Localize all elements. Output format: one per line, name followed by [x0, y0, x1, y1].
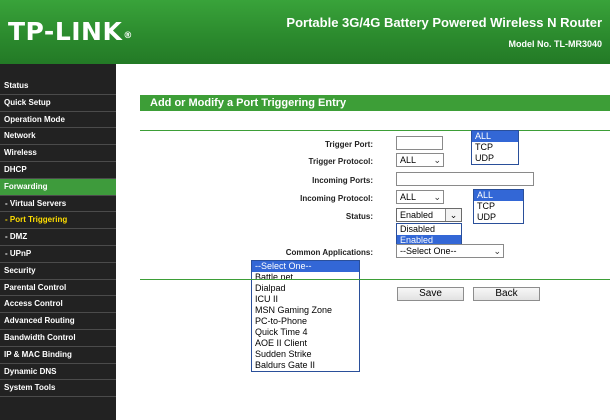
status-label: Status:: [345, 212, 373, 221]
incoming-ports-label: Incoming Ports:: [312, 176, 373, 185]
common-applications-dropdown: --Select One-- Battle.net Dialpad ICU II…: [251, 260, 360, 372]
sidebar-item-access-control[interactable]: Access Control: [0, 296, 116, 314]
status-select[interactable]: Enabled ⌄: [396, 208, 462, 222]
save-button[interactable]: Save: [397, 287, 464, 301]
section-title: Add or Modify a Port Triggering Entry: [140, 95, 610, 111]
application-option[interactable]: Baldurs Gate II: [252, 360, 359, 371]
trigger-protocol-dropdown: ALL TCP UDP: [471, 130, 519, 165]
application-option[interactable]: MSN Gaming Zone: [252, 305, 359, 316]
divider-top: [140, 130, 610, 131]
sidebar-item-forwarding[interactable]: Forwarding: [0, 178, 116, 196]
sidebar-item-wireless[interactable]: Wireless: [0, 145, 116, 162]
sidebar-item-security[interactable]: Security: [0, 263, 116, 280]
sidebar-item-dynamic-dns[interactable]: Dynamic DNS: [0, 364, 116, 381]
sidebar-item-bandwidth-control[interactable]: Bandwidth Control: [0, 330, 116, 347]
common-applications-select[interactable]: --Select One-- ⌄: [396, 244, 504, 258]
sidebar-item-parental-control[interactable]: Parental Control: [0, 280, 116, 297]
status-option[interactable]: Disabled: [397, 224, 461, 235]
trigger-port-input[interactable]: [396, 136, 443, 150]
sidebar-item-quick-setup[interactable]: Quick Setup: [0, 95, 116, 112]
sidebar-item-network[interactable]: Network: [0, 128, 116, 146]
trigger-port-label: Trigger Port:: [324, 140, 373, 149]
main-content: Add or Modify a Port Triggering Entry Tr…: [116, 64, 610, 420]
application-option[interactable]: ICU II: [252, 294, 359, 305]
application-option[interactable]: AOE II Client: [252, 338, 359, 349]
trigger-protocol-label: Trigger Protocol:: [308, 157, 373, 166]
trigger-protocol-option[interactable]: ALL: [472, 131, 518, 142]
sidebar-item-dhcp[interactable]: DHCP: [0, 162, 116, 179]
divider-bottom: [140, 279, 610, 280]
incoming-protocol-label: Incoming Protocol:: [300, 194, 373, 203]
chevron-down-icon: ⌄: [433, 155, 441, 165]
chevron-down-icon: ⌄: [445, 209, 461, 221]
application-option[interactable]: PC-to-Phone: [252, 316, 359, 327]
sidebar-nav: Status Quick Setup Operation Mode Networ…: [0, 64, 116, 420]
trigger-protocol-option[interactable]: TCP: [472, 142, 518, 153]
sidebar-item-upnp[interactable]: - UPnP: [0, 246, 116, 263]
application-option[interactable]: --Select One--: [252, 261, 359, 272]
application-option[interactable]: Dialpad: [252, 283, 359, 294]
trigger-protocol-option[interactable]: UDP: [472, 153, 518, 164]
incoming-protocol-select[interactable]: ALL ⌄: [396, 190, 444, 204]
brand-logo: TP-LINK®: [8, 17, 133, 46]
sidebar-item-system-tools[interactable]: System Tools: [0, 380, 116, 398]
trigger-protocol-select[interactable]: ALL ⌄: [396, 153, 444, 167]
product-title: Portable 3G/4G Battery Powered Wireless …: [286, 15, 602, 30]
application-option[interactable]: Quick Time 4: [252, 327, 359, 338]
sidebar-item-operation-mode[interactable]: Operation Mode: [0, 112, 116, 129]
back-button[interactable]: Back: [473, 287, 540, 301]
sidebar-item-ip-mac-binding[interactable]: IP & MAC Binding: [0, 347, 116, 364]
common-applications-label: Common Applications:: [285, 248, 373, 257]
sidebar-item-advanced-routing[interactable]: Advanced Routing: [0, 313, 116, 330]
application-option[interactable]: Sudden Strike: [252, 349, 359, 360]
header-banner: TP-LINK® Portable 3G/4G Battery Powered …: [0, 0, 610, 64]
model-number: Model No. TL-MR3040: [508, 39, 602, 49]
incoming-protocol-option[interactable]: ALL: [474, 190, 523, 201]
incoming-protocol-option[interactable]: UDP: [474, 212, 523, 223]
chevron-down-icon: ⌄: [433, 192, 441, 202]
incoming-protocol-dropdown: ALL TCP UDP: [473, 189, 524, 224]
sidebar-item-status[interactable]: Status: [0, 78, 116, 95]
sidebar-item-dmz[interactable]: - DMZ: [0, 229, 116, 246]
incoming-ports-input[interactable]: [396, 172, 534, 186]
sidebar-item-port-triggering[interactable]: - Port Triggering: [0, 212, 116, 230]
sidebar-item-virtual-servers[interactable]: - Virtual Servers: [0, 196, 116, 213]
chevron-down-icon: ⌄: [493, 246, 501, 256]
application-option[interactable]: Battle.net: [252, 272, 359, 283]
incoming-protocol-option[interactable]: TCP: [474, 201, 523, 212]
